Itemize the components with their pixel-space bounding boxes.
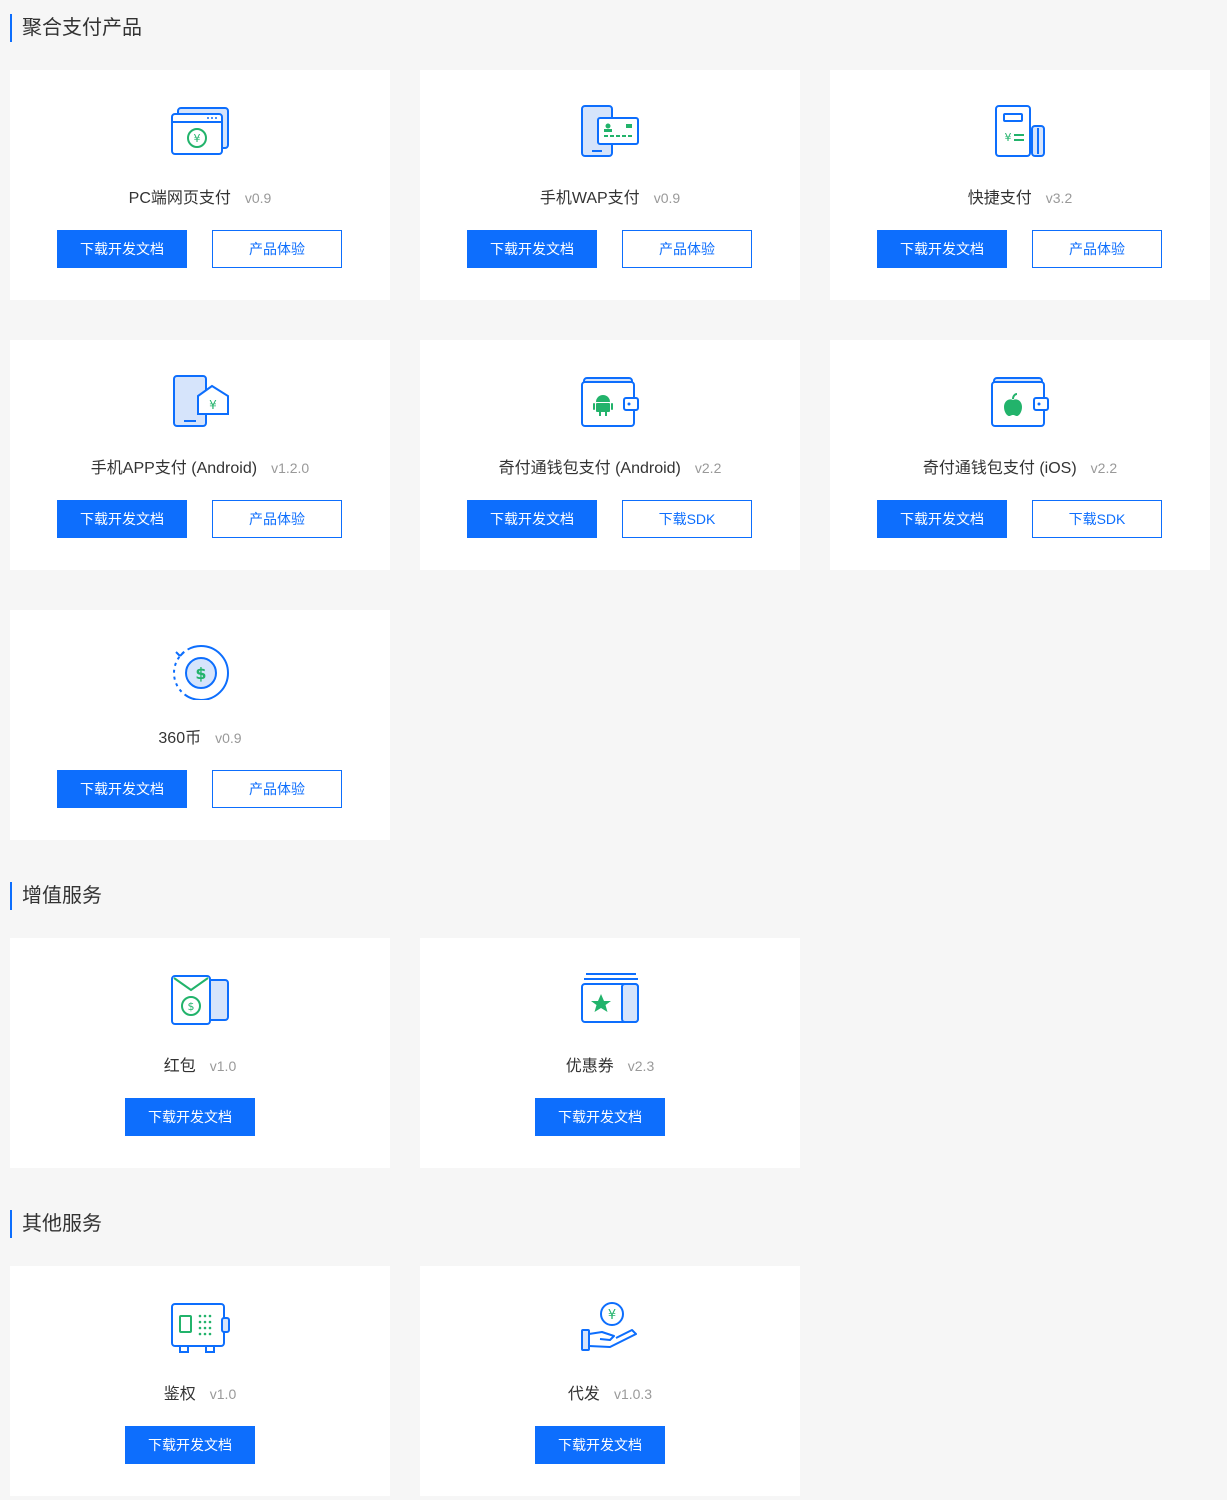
download-docs-button[interactable]: 下载开发文档 <box>467 500 597 538</box>
product-title: 快捷支付 v3.2 <box>830 188 1210 209</box>
product-name: 手机WAP支付 <box>539 190 640 207</box>
download-docs-button[interactable]: 下载开发文档 <box>877 230 1007 268</box>
product-card-red-envelope: $ 红包 v1.0 下载开发文档 <box>10 938 390 1168</box>
coin-icon: $ <box>170 644 230 700</box>
svg-text:¥: ¥ <box>1005 131 1012 144</box>
pc-web-pay-icon: ¥ <box>170 104 230 160</box>
product-version: v1.0.3 <box>613 1386 653 1402</box>
product-card-payout: ¥ 代发 v1.0.3 下载开发文档 <box>420 1266 800 1496</box>
product-title: 红包 v1.0 <box>10 1056 390 1077</box>
product-card-360-coin: $ 360币 v0.9 下载开发文档 产品体验 <box>10 610 390 840</box>
product-version: v0.9 <box>215 730 242 746</box>
product-version: v2.3 <box>627 1058 655 1074</box>
product-version: v1.2.0 <box>271 460 310 476</box>
svg-text:¥: ¥ <box>608 1308 616 1323</box>
product-name: 奇付通钱包支付 (iOS) <box>922 460 1077 477</box>
product-card-mobile-wap-pay: 手机WAP支付 v0.9 下载开发文档 产品体验 <box>420 70 800 300</box>
product-name: 手机APP支付 (Android) <box>90 460 258 477</box>
product-demo-button[interactable]: 产品体验 <box>1032 230 1162 268</box>
android-wallet-icon <box>580 374 640 430</box>
safe-auth-icon <box>170 1300 230 1356</box>
download-docs-button[interactable]: 下载开发文档 <box>877 500 1007 538</box>
product-version: v0.9 <box>653 190 681 206</box>
download-docs-button[interactable]: 下载开发文档 <box>467 230 597 268</box>
product-card-quick-pay: ¥ 快捷支付 v3.2 下载开发文档 产品体验 <box>830 70 1210 300</box>
ios-wallet-icon <box>990 374 1050 430</box>
product-card-wallet-ios: 奇付通钱包支付 (iOS) v2.2 下载开发文档 下载SDK <box>830 340 1210 570</box>
product-name: 红包 <box>163 1058 196 1075</box>
product-version: v0.9 <box>244 190 272 206</box>
coupon-icon <box>580 972 640 1028</box>
download-docs-button[interactable]: 下载开发文档 <box>535 1098 665 1136</box>
mobile-app-pay-icon: ¥ <box>170 374 230 430</box>
section-title-other: 其他服务 <box>10 1210 102 1238</box>
product-name: 奇付通钱包支付 (Android) <box>498 460 681 477</box>
product-name: 360币 <box>158 730 202 747</box>
svg-text:¥: ¥ <box>194 132 201 145</box>
section-title-aggregate-pay: 聚合支付产品 <box>10 14 142 42</box>
download-docs-button[interactable]: 下载开发文档 <box>125 1098 255 1136</box>
product-demo-button[interactable]: 产品体验 <box>212 230 342 268</box>
product-demo-button[interactable]: 产品体验 <box>212 500 342 538</box>
product-title: 优惠券 v2.3 <box>420 1056 800 1077</box>
product-version: v2.2 <box>1090 460 1118 476</box>
red-envelope-icon: $ <box>170 972 230 1028</box>
mobile-wap-pay-icon <box>580 104 640 160</box>
download-sdk-button[interactable]: 下载SDK <box>622 500 752 538</box>
product-version: v1.0 <box>209 1058 237 1074</box>
product-title: 奇付通钱包支付 (Android) v2.2 <box>420 458 800 479</box>
product-title: 360币 v0.9 <box>10 728 390 749</box>
product-name: 代发 <box>567 1386 600 1403</box>
download-sdk-button[interactable]: 下载SDK <box>1032 500 1162 538</box>
product-name: 鉴权 <box>163 1386 196 1403</box>
product-title: 手机WAP支付 v0.9 <box>420 188 800 209</box>
download-docs-button[interactable]: 下载开发文档 <box>535 1426 665 1464</box>
download-docs-button[interactable]: 下载开发文档 <box>125 1426 255 1464</box>
product-card-wallet-android: 奇付通钱包支付 (Android) v2.2 下载开发文档 下载SDK <box>420 340 800 570</box>
product-title: 鉴权 v1.0 <box>10 1384 390 1405</box>
product-title: PC端网页支付 v0.9 <box>10 188 390 209</box>
product-name: 快捷支付 <box>967 190 1032 207</box>
download-docs-button[interactable]: 下载开发文档 <box>57 770 187 808</box>
product-title: 手机APP支付 (Android) v1.2.0 <box>10 458 390 479</box>
download-docs-button[interactable]: 下载开发文档 <box>57 230 187 268</box>
payout-hand-icon: ¥ <box>580 1300 640 1356</box>
product-card-pc-web-pay: ¥ PC端网页支付 v0.9 下载开发文档 产品体验 <box>10 70 390 300</box>
product-card-mobile-app-pay: ¥ 手机APP支付 (Android) v1.2.0 下载开发文档 产品体验 <box>10 340 390 570</box>
quick-pay-icon: ¥ <box>990 104 1050 160</box>
product-version: v2.2 <box>694 460 722 476</box>
svg-text:¥: ¥ <box>209 398 217 412</box>
product-name: PC端网页支付 <box>128 190 231 207</box>
svg-text:$: $ <box>195 664 206 683</box>
product-name: 优惠券 <box>565 1058 614 1075</box>
product-title: 奇付通钱包支付 (iOS) v2.2 <box>830 458 1210 479</box>
product-version: v3.2 <box>1045 190 1073 206</box>
product-version: v1.0 <box>209 1386 237 1402</box>
product-card-authentication: 鉴权 v1.0 下载开发文档 <box>10 1266 390 1496</box>
product-demo-button[interactable]: 产品体验 <box>622 230 752 268</box>
section-title-value-added: 增值服务 <box>10 882 102 910</box>
product-card-coupon: 优惠券 v2.3 下载开发文档 <box>420 938 800 1168</box>
product-demo-button[interactable]: 产品体验 <box>212 770 342 808</box>
product-title: 代发 v1.0.3 <box>420 1384 800 1405</box>
svg-text:$: $ <box>188 1000 195 1013</box>
download-docs-button[interactable]: 下载开发文档 <box>57 500 187 538</box>
